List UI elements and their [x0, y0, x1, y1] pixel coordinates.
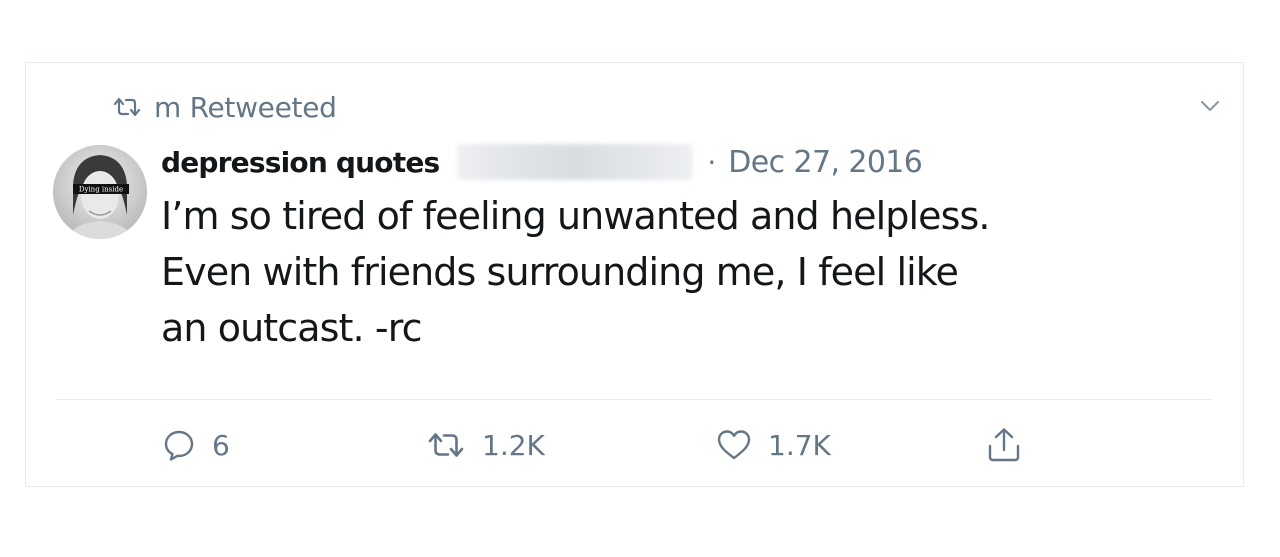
separator-dot: ·: [707, 145, 717, 179]
tweet-date[interactable]: Dec 27, 2016: [728, 145, 923, 180]
heart-icon: [717, 430, 751, 460]
reply-icon: [164, 430, 194, 461]
blurred-username: [457, 144, 694, 180]
tweet-text-line: an outcast. -rc: [161, 306, 423, 350]
tweet-text-line: Even with friends surrounding me, I feel…: [161, 250, 959, 294]
share-button[interactable]: [986, 423, 1022, 467]
share-icon: [988, 428, 1020, 462]
retweet-icon: [428, 433, 464, 457]
avatar[interactable]: Dying inside: [53, 145, 147, 239]
divider: [56, 399, 1213, 400]
reply-button[interactable]: 6: [162, 423, 230, 467]
like-count: 1.7K: [768, 428, 831, 462]
tweet-text-line: I’m so tired of feeling unwanted and hel…: [161, 194, 990, 238]
retweet-icon: [113, 97, 141, 117]
tweet-card[interactable]: m Retweeted Dying inside depression quot…: [25, 62, 1244, 487]
display-name[interactable]: depression quotes: [161, 146, 440, 179]
retweet-count: 1.2K: [482, 428, 545, 462]
tweet-header: depression quotes · Dec 27, 2016: [161, 141, 923, 183]
chevron-down-icon[interactable]: [1195, 91, 1225, 121]
tweet-text: I’m so tired of feeling unwanted and hel…: [161, 188, 1121, 356]
like-button[interactable]: 1.7K: [716, 423, 831, 467]
reply-count: 6: [212, 428, 230, 462]
tweet-actions: 6 1.2K 1.7K: [26, 423, 1243, 467]
avatar-caption: Dying inside: [79, 186, 123, 194]
retweeted-by-banner: m Retweeted: [112, 89, 337, 125]
retweeted-by-text[interactable]: m Retweeted: [154, 91, 337, 124]
avatar-image: Dying inside: [53, 145, 147, 239]
retweet-button[interactable]: 1.2K: [426, 423, 545, 467]
